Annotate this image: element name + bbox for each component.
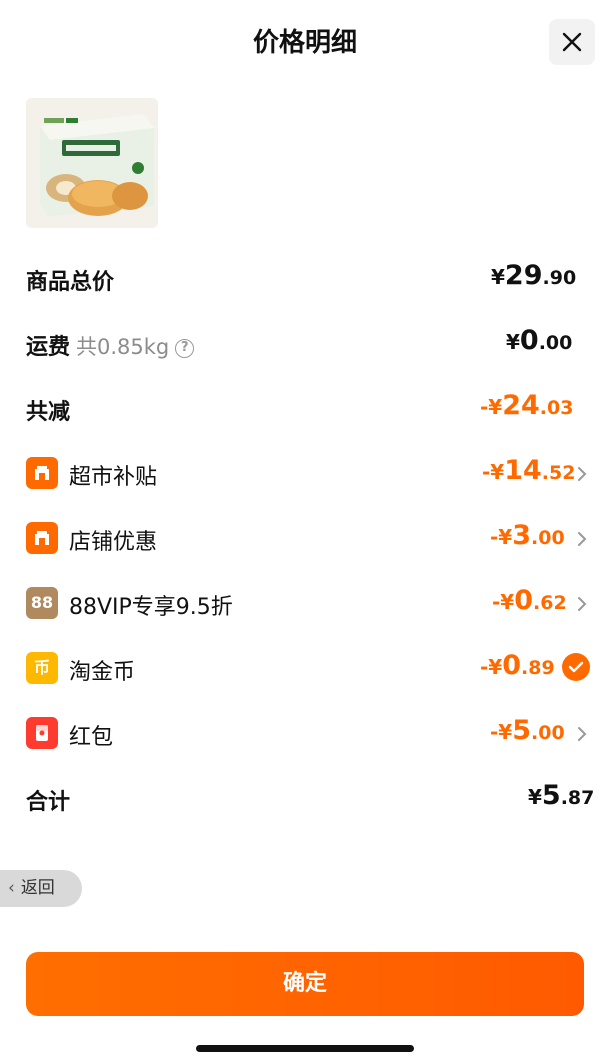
discount-label: 淘金币	[69, 660, 136, 685]
discount-label: 店铺优惠	[69, 530, 158, 555]
coin-icon: 币	[26, 652, 58, 684]
home-indicator	[196, 1045, 414, 1052]
help-icon[interactable]: ?	[175, 339, 195, 358]
back-button[interactable]: ‹ 返回	[0, 870, 82, 907]
discount-amount: -¥5.00	[490, 715, 565, 746]
page-title: 价格明细	[252, 28, 357, 58]
chevron-right-icon	[578, 532, 587, 546]
discount-amount: -¥0.62	[492, 585, 567, 616]
discount-row-supermarket[interactable]: 超市补贴 -¥14.52	[0, 449, 610, 499]
goods-total-amount: ¥29.90	[491, 260, 577, 291]
chevron-right-icon	[578, 597, 587, 611]
discount-row-red-packet[interactable]: 红包 -¥5.00	[0, 709, 610, 759]
discount-label: 88VIP专享9.5折	[69, 595, 233, 620]
shipping-amount: ¥0.00	[506, 325, 573, 356]
discount-amount: -¥0.89	[480, 650, 555, 681]
shop-icon	[26, 457, 58, 489]
close-button[interactable]	[549, 19, 595, 65]
goods-total-label: 商品总价	[26, 270, 115, 295]
header: 价格明细	[0, 0, 610, 84]
close-icon	[562, 32, 582, 52]
red-packet-icon	[26, 717, 58, 749]
discount-label: 红包	[69, 725, 114, 750]
discount-amount: -¥3.00	[490, 520, 565, 551]
final-total-row: 合计 ¥5.87	[0, 774, 610, 824]
goods-total-row: 商品总价 ¥29.90	[0, 254, 610, 304]
shipping-weight: 共0.85kg	[76, 335, 170, 359]
chevron-left-icon: ‹	[8, 878, 15, 898]
product-image	[26, 98, 158, 228]
total-discount-row: 共减 -¥24.03	[0, 384, 610, 434]
chevron-right-icon	[578, 727, 587, 741]
confirm-button[interactable]: 确定	[26, 952, 584, 1016]
discount-label: 超市补贴	[69, 465, 158, 490]
shipping-row: 运费 共0.85kg? ¥0.00	[0, 319, 610, 369]
discount-amount: -¥14.52	[482, 455, 576, 486]
88vip-icon: 88	[26, 587, 58, 619]
store-icon	[26, 522, 58, 554]
total-discount-label: 共减	[26, 400, 71, 425]
total-discount-amount: -¥24.03	[480, 390, 574, 421]
final-total-label: 合计	[26, 790, 71, 815]
discount-row-store[interactable]: 店铺优惠 -¥3.00	[0, 514, 610, 564]
chevron-right-icon	[578, 467, 587, 481]
final-total-amount: ¥5.87	[528, 780, 595, 811]
discount-row-88vip[interactable]: 88 88VIP专享9.5折 -¥0.62	[0, 579, 610, 629]
checked-icon[interactable]	[562, 653, 590, 681]
shipping-label: 运费 共0.85kg?	[26, 329, 195, 361]
discount-row-coin[interactable]: 币 淘金币 -¥0.89	[0, 644, 610, 694]
